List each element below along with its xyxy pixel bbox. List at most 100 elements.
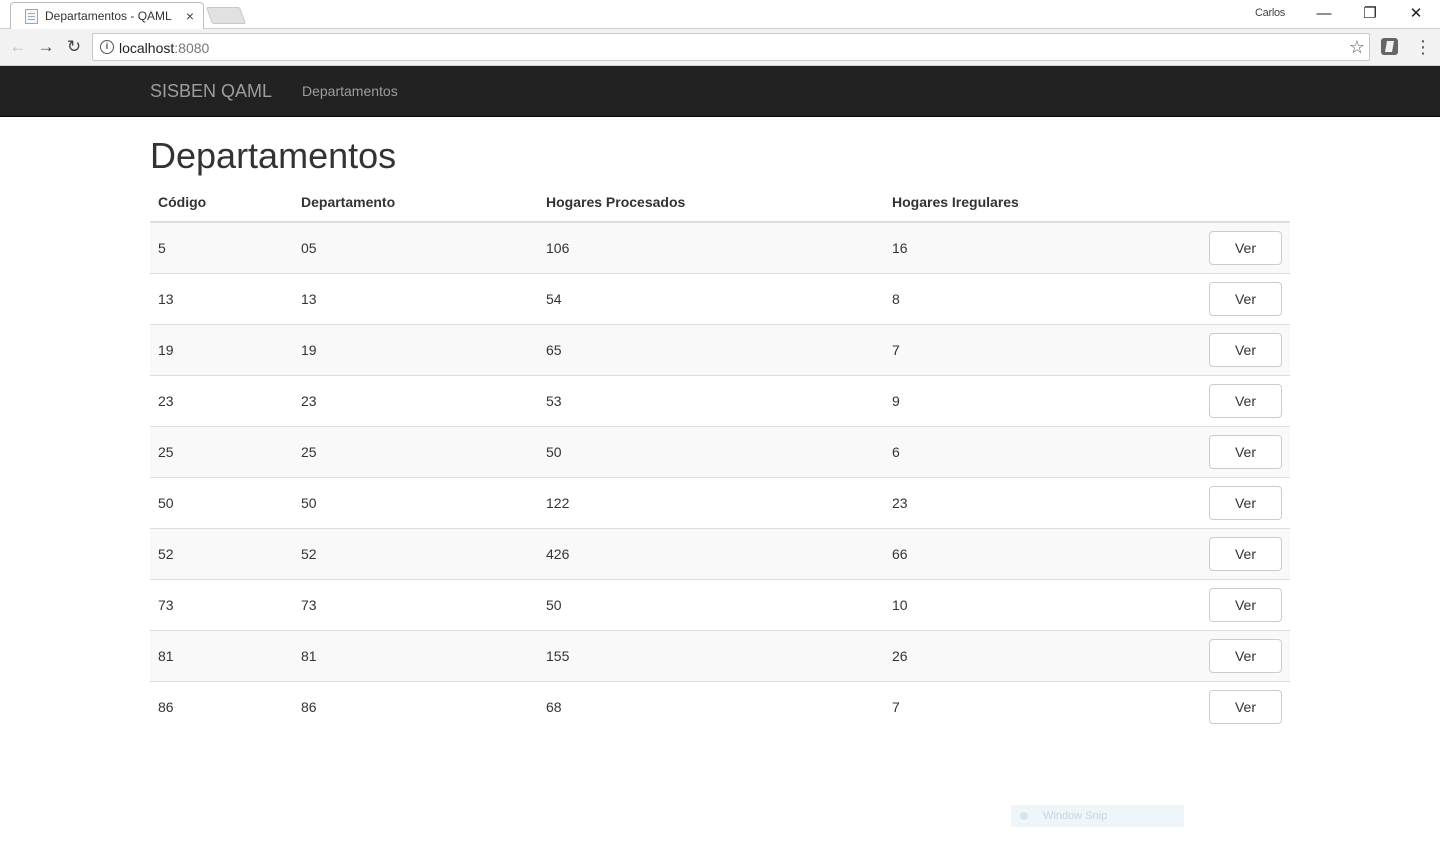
forward-icon[interactable]: → bbox=[36, 37, 56, 57]
address-bar[interactable]: i localhost:8080 ☆ bbox=[92, 33, 1370, 61]
cell-hogares-iregulares: 8 bbox=[884, 272, 1184, 324]
browser-tab[interactable]: Departamentos - QAML S × bbox=[10, 2, 204, 30]
cell-codigo: 13 bbox=[150, 272, 293, 324]
ver-button[interactable]: Ver bbox=[1209, 230, 1282, 265]
url-host: localhost bbox=[119, 40, 175, 56]
browser-tabstrip: Departamentos - QAML S × Carlos — ❐ ✕ bbox=[0, 0, 1440, 30]
ver-button[interactable]: Ver bbox=[1209, 689, 1282, 724]
table-row: 23 23 53 9 Ver bbox=[150, 374, 1290, 426]
cell-hogares-procesados: 50 bbox=[538, 578, 884, 630]
header-departamento: Departamento bbox=[293, 192, 538, 223]
cell-departamento: 81 bbox=[293, 629, 538, 681]
cell-action: Ver bbox=[1184, 374, 1290, 426]
table-header-row: Código Departamento Hogares Procesados H… bbox=[150, 192, 1290, 223]
cell-hogares-iregulares: 26 bbox=[884, 629, 1184, 681]
table-row: 25 25 50 6 Ver bbox=[150, 425, 1290, 477]
table-row: 73 73 50 10 Ver bbox=[150, 578, 1290, 630]
ver-button[interactable]: Ver bbox=[1209, 434, 1282, 469]
cell-hogares-procesados: 426 bbox=[538, 527, 884, 579]
header-hogares-iregulares: Hogares Iregulares bbox=[884, 192, 1184, 223]
cell-action: Ver bbox=[1184, 272, 1290, 324]
cell-hogares-procesados: 53 bbox=[538, 374, 884, 426]
close-window-button[interactable]: ✕ bbox=[1393, 0, 1439, 28]
cell-action: Ver bbox=[1184, 476, 1290, 528]
table-body: 5 05 106 16 Ver 13 13 54 8 Ver 19 19 65 7 Ver 23 23 53 9 Ve… bbox=[150, 222, 1290, 732]
cell-hogares-procesados: 54 bbox=[538, 272, 884, 324]
cell-codigo: 52 bbox=[150, 527, 293, 579]
ver-button[interactable]: Ver bbox=[1209, 485, 1282, 520]
ver-button[interactable]: Ver bbox=[1209, 281, 1282, 316]
new-tab-button[interactable] bbox=[205, 7, 247, 24]
cell-codigo: 5 bbox=[150, 222, 293, 273]
cell-codigo: 73 bbox=[150, 578, 293, 630]
page-favicon-icon bbox=[25, 9, 38, 24]
cell-action: Ver bbox=[1184, 680, 1290, 732]
cell-action: Ver bbox=[1184, 323, 1290, 375]
tab-close-icon[interactable]: × bbox=[183, 7, 197, 25]
cell-hogares-iregulares: 23 bbox=[884, 476, 1184, 528]
header-hogares-procesados: Hogares Procesados bbox=[538, 192, 884, 223]
header-codigo: Código bbox=[150, 192, 293, 223]
departments-table: Código Departamento Hogares Procesados H… bbox=[150, 192, 1290, 732]
cell-hogares-procesados: 122 bbox=[538, 476, 884, 528]
star-icon[interactable]: ☆ bbox=[1349, 37, 1365, 58]
nav-link-departamentos[interactable]: Departamentos bbox=[302, 83, 398, 99]
cell-departamento: 50 bbox=[293, 476, 538, 528]
table-row: 86 86 68 7 Ver bbox=[150, 680, 1290, 732]
menu-icon[interactable]: ⋮ bbox=[1413, 35, 1433, 59]
app-navbar: SISBEN QAML Departamentos bbox=[0, 66, 1440, 117]
reload-icon[interactable]: ↻ bbox=[64, 37, 84, 57]
table-row: 5 05 106 16 Ver bbox=[150, 222, 1290, 273]
cell-hogares-procesados: 68 bbox=[538, 680, 884, 732]
header-actions bbox=[1184, 192, 1290, 223]
table-row: 52 52 426 66 Ver bbox=[150, 527, 1290, 579]
cell-departamento: 25 bbox=[293, 425, 538, 477]
cell-codigo: 50 bbox=[150, 476, 293, 528]
cell-codigo: 25 bbox=[150, 425, 293, 477]
extension-icon[interactable] bbox=[1381, 38, 1398, 55]
cell-hogares-procesados: 106 bbox=[538, 222, 884, 273]
restore-button[interactable]: ❐ bbox=[1347, 0, 1393, 28]
table-row: 13 13 54 8 Ver bbox=[150, 272, 1290, 324]
cell-action: Ver bbox=[1184, 425, 1290, 477]
cell-codigo: 81 bbox=[150, 629, 293, 681]
url-text[interactable]: localhost:8080 bbox=[119, 40, 209, 56]
cell-hogares-iregulares: 16 bbox=[884, 222, 1184, 273]
ver-button[interactable]: Ver bbox=[1209, 587, 1282, 622]
table-row: 81 81 155 26 Ver bbox=[150, 629, 1290, 681]
back-icon[interactable]: ← bbox=[8, 37, 28, 57]
table-row: 19 19 65 7 Ver bbox=[150, 323, 1290, 375]
ver-button[interactable]: Ver bbox=[1209, 332, 1282, 367]
cell-hogares-iregulares: 10 bbox=[884, 578, 1184, 630]
cell-departamento: 73 bbox=[293, 578, 538, 630]
cell-hogares-iregulares: 9 bbox=[884, 374, 1184, 426]
ver-button[interactable]: Ver bbox=[1209, 638, 1282, 673]
cell-departamento: 05 bbox=[293, 222, 538, 273]
cell-hogares-procesados: 65 bbox=[538, 323, 884, 375]
cell-action: Ver bbox=[1184, 629, 1290, 681]
profile-user-label[interactable]: Carlos bbox=[1255, 7, 1285, 19]
snip-icon bbox=[1020, 812, 1028, 820]
cell-departamento: 23 bbox=[293, 374, 538, 426]
cell-codigo: 23 bbox=[150, 374, 293, 426]
ver-button[interactable]: Ver bbox=[1209, 383, 1282, 418]
cell-departamento: 13 bbox=[293, 272, 538, 324]
ver-button[interactable]: Ver bbox=[1209, 536, 1282, 571]
cell-hogares-procesados: 155 bbox=[538, 629, 884, 681]
cell-departamento: 86 bbox=[293, 680, 538, 732]
navbar-brand[interactable]: SISBEN QAML bbox=[150, 81, 272, 102]
cell-codigo: 86 bbox=[150, 680, 293, 732]
url-port: :8080 bbox=[174, 40, 210, 56]
main-content: Departamentos Código Departamento Hogare… bbox=[150, 117, 1290, 732]
browser-toolbar: ← → ↻ i localhost:8080 ☆ ⋮ bbox=[0, 29, 1440, 66]
cell-hogares-procesados: 50 bbox=[538, 425, 884, 477]
table-row: 50 50 122 23 Ver bbox=[150, 476, 1290, 528]
info-icon[interactable]: i bbox=[100, 40, 114, 54]
cell-action: Ver bbox=[1184, 578, 1290, 630]
cell-departamento: 52 bbox=[293, 527, 538, 579]
minimize-button[interactable]: — bbox=[1301, 0, 1347, 28]
window-snip-overlay: Window Snip bbox=[1011, 805, 1184, 827]
cell-departamento: 19 bbox=[293, 323, 538, 375]
page-title: Departamentos bbox=[150, 135, 397, 176]
cell-action: Ver bbox=[1184, 527, 1290, 579]
